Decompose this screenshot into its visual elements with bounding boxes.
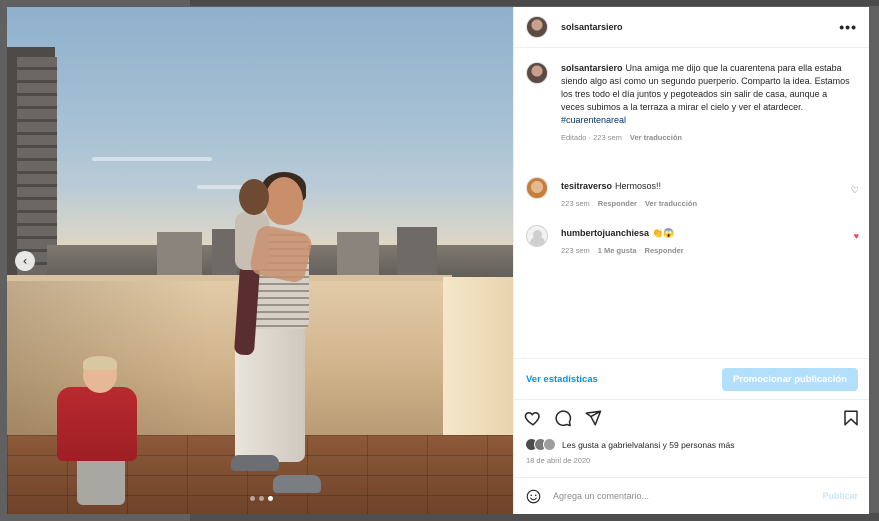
background-grid bbox=[190, 0, 879, 6]
hashtag-link[interactable]: #cuarentenareal bbox=[561, 114, 851, 127]
likes-summary[interactable]: Les gusta a gabrielvalansi y 59 personas… bbox=[525, 438, 734, 451]
shoe bbox=[231, 455, 279, 471]
comment-text: 👏😱 bbox=[652, 228, 675, 238]
view-insights-link[interactable]: Ver estadísticas bbox=[526, 374, 598, 385]
comment-text: Hermosos!! bbox=[615, 181, 662, 191]
carousel-dot-active bbox=[268, 496, 273, 501]
baby-head bbox=[239, 179, 269, 215]
save-bookmark-icon[interactable] bbox=[842, 409, 860, 427]
post-photo: ‹ bbox=[7, 7, 513, 514]
more-options-icon[interactable]: ••• bbox=[839, 19, 857, 35]
post-modal: ‹ solsantarsiero ••• solsantarsiero Una a… bbox=[7, 7, 869, 514]
child-figure bbox=[57, 387, 137, 461]
emoji-picker-icon[interactable] bbox=[526, 489, 541, 504]
liked-comment-heart-icon[interactable]: ♥ bbox=[854, 231, 859, 241]
comment-username[interactable]: humbertojuanchiesa bbox=[561, 228, 649, 238]
comment-input[interactable] bbox=[553, 491, 803, 501]
publish-comment-button[interactable]: Publicar bbox=[822, 491, 858, 501]
like-heart-icon[interactable] bbox=[524, 409, 542, 427]
likes-text[interactable]: Les gusta a gabrielvalansi y 59 personas… bbox=[562, 440, 734, 450]
previous-photo-button[interactable]: ‹ bbox=[15, 251, 35, 271]
comment-likes-count[interactable]: 1 Me gusta bbox=[598, 246, 637, 255]
comments-list[interactable]: solsantarsiero Una amiga me dijo que la c… bbox=[514, 49, 869, 359]
post-header: solsantarsiero ••• bbox=[514, 7, 869, 48]
author-username[interactable]: solsantarsiero bbox=[561, 22, 623, 32]
comment-username[interactable]: tesitraverso bbox=[561, 181, 612, 191]
comment-time: 223 sem bbox=[561, 199, 590, 208]
carousel-dot bbox=[259, 496, 264, 501]
caption: solsantarsiero Una amiga me dijo que la c… bbox=[514, 62, 869, 142]
comment-text-block: humbertojuanchiesa 👏😱 bbox=[561, 227, 851, 240]
post-sidebar: solsantarsiero ••• solsantarsiero Una ami… bbox=[513, 7, 869, 514]
shoe bbox=[273, 475, 321, 493]
reply-button[interactable]: Responder bbox=[598, 199, 637, 208]
caption-username[interactable]: solsantarsiero bbox=[561, 63, 623, 73]
author-avatar[interactable] bbox=[526, 16, 548, 38]
comment-meta: 223 sem Responder Ver traducción bbox=[561, 199, 851, 208]
building bbox=[212, 229, 237, 281]
cloud bbox=[92, 157, 212, 161]
liker-avatar bbox=[543, 438, 556, 451]
child-hair bbox=[83, 356, 117, 370]
carousel-indicator bbox=[250, 496, 273, 501]
caption-text-block: solsantarsiero Una amiga me dijo que la c… bbox=[561, 62, 851, 127]
see-translation-button[interactable]: Ver traducción bbox=[645, 199, 697, 208]
comment-composer: Publicar bbox=[514, 477, 869, 514]
carousel-dot bbox=[250, 496, 255, 501]
caption-edited-time: Editado · 223 sem bbox=[561, 133, 622, 142]
like-comment-heart-icon[interactable]: ♡ bbox=[851, 185, 859, 196]
child-legs bbox=[77, 455, 125, 505]
comment-body: tesitraverso Hermosos!! 223 sem Responder… bbox=[561, 177, 851, 208]
commenter-avatar[interactable] bbox=[526, 177, 548, 199]
mother-head bbox=[265, 177, 303, 225]
wall-cap bbox=[7, 275, 452, 281]
reply-button[interactable]: Responder bbox=[645, 246, 684, 255]
comment-body: humbertojuanchiesa 👏😱 223 sem 1 Me gusta … bbox=[561, 225, 851, 255]
post-actions bbox=[514, 406, 869, 430]
share-send-icon[interactable] bbox=[584, 409, 602, 427]
caption-meta: Editado · 223 sem Ver traducción bbox=[561, 133, 851, 142]
liker-avatars bbox=[525, 438, 556, 451]
background-grid-bottom bbox=[190, 513, 879, 521]
comment-item: humbertojuanchiesa 👏😱 223 sem 1 Me gusta … bbox=[514, 225, 869, 255]
see-translation-button[interactable]: Ver traducción bbox=[630, 133, 682, 142]
comment-time: 223 sem bbox=[561, 246, 590, 255]
comment-text-block: tesitraverso Hermosos!! bbox=[561, 180, 851, 193]
post-date: 18 de abril de 2020 bbox=[526, 456, 591, 465]
author-avatar[interactable] bbox=[526, 62, 548, 84]
promote-post-button[interactable]: Promocionar publicación bbox=[721, 367, 858, 391]
comment-meta: 223 sem 1 Me gusta Responder bbox=[561, 246, 851, 255]
insights-bar: Ver estadísticas Promocionar publicación bbox=[514, 358, 869, 400]
commenter-avatar[interactable] bbox=[526, 225, 548, 247]
building bbox=[397, 227, 437, 282]
comment-item: tesitraverso Hermosos!! 223 sem Responder… bbox=[514, 177, 869, 208]
caption-body: solsantarsiero Una amiga me dijo que la c… bbox=[561, 62, 851, 142]
comment-bubble-icon[interactable] bbox=[554, 409, 572, 427]
